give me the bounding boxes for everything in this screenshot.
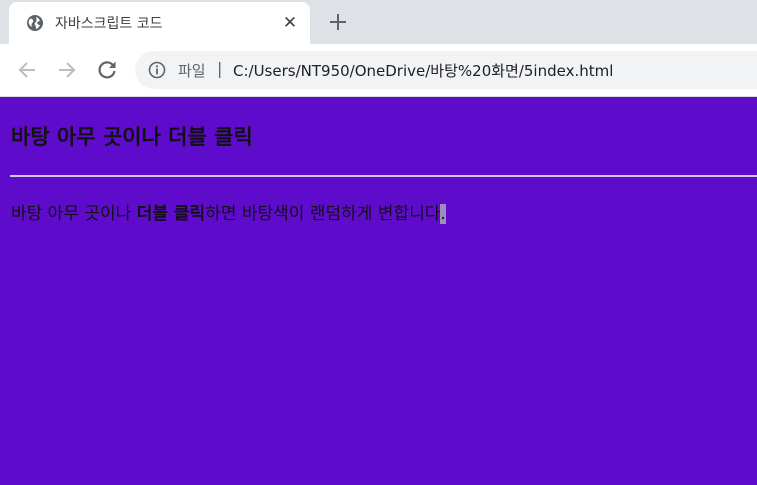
forward-arrow-icon[interactable] [55,58,79,82]
active-tab[interactable]: 자바스크립트 코드 ✕ [9,2,310,44]
address-bar[interactable]: 파일 | C:/Users/NT950/OneDrive/바탕%20화면/5in… [135,51,757,89]
paragraph-text-rest: 하면 바탕색이 랜덤하게 변합니다 [205,204,441,224]
file-scheme-label: 파일 [178,62,206,80]
selected-period: . [440,204,446,224]
browser-toolbar: 파일 | C:/Users/NT950/OneDrive/바탕%20화면/5in… [0,44,757,97]
globe-icon [27,15,43,31]
back-arrow-icon[interactable] [15,58,39,82]
page-heading: 바탕 아무 곳이나 더블 클릭 [11,125,253,149]
tab-close-icon[interactable]: ✕ [280,13,300,33]
paragraph-bold-text: 더블 클릭 [136,204,206,224]
tab-title: 자바스크립트 코드 [55,16,163,32]
url-text[interactable]: C:/Users/NT950/OneDrive/바탕%20화면/5index.h… [233,60,613,81]
tab-strip: 자바스크립트 코드 ✕ [0,0,757,44]
address-separator: | [217,59,223,78]
info-icon[interactable] [148,61,166,79]
page-content[interactable]: 바탕 아무 곳이나 더블 클릭 바탕 아무 곳이나 더블 클릭하면 바탕색이 랜… [0,97,757,485]
new-tab-plus-icon[interactable] [326,10,350,34]
browser-window: 자바스크립트 코드 ✕ 파일 | C:/Users/NT950/OneDrive… [0,0,757,485]
page-paragraph: 바탕 아무 곳이나 더블 클릭하면 바탕색이 랜덤하게 변합니다. [11,199,446,224]
horizontal-rule [10,175,757,177]
paragraph-text-start: 바탕 아무 곳이나 [11,204,137,224]
reload-icon[interactable] [95,58,119,82]
